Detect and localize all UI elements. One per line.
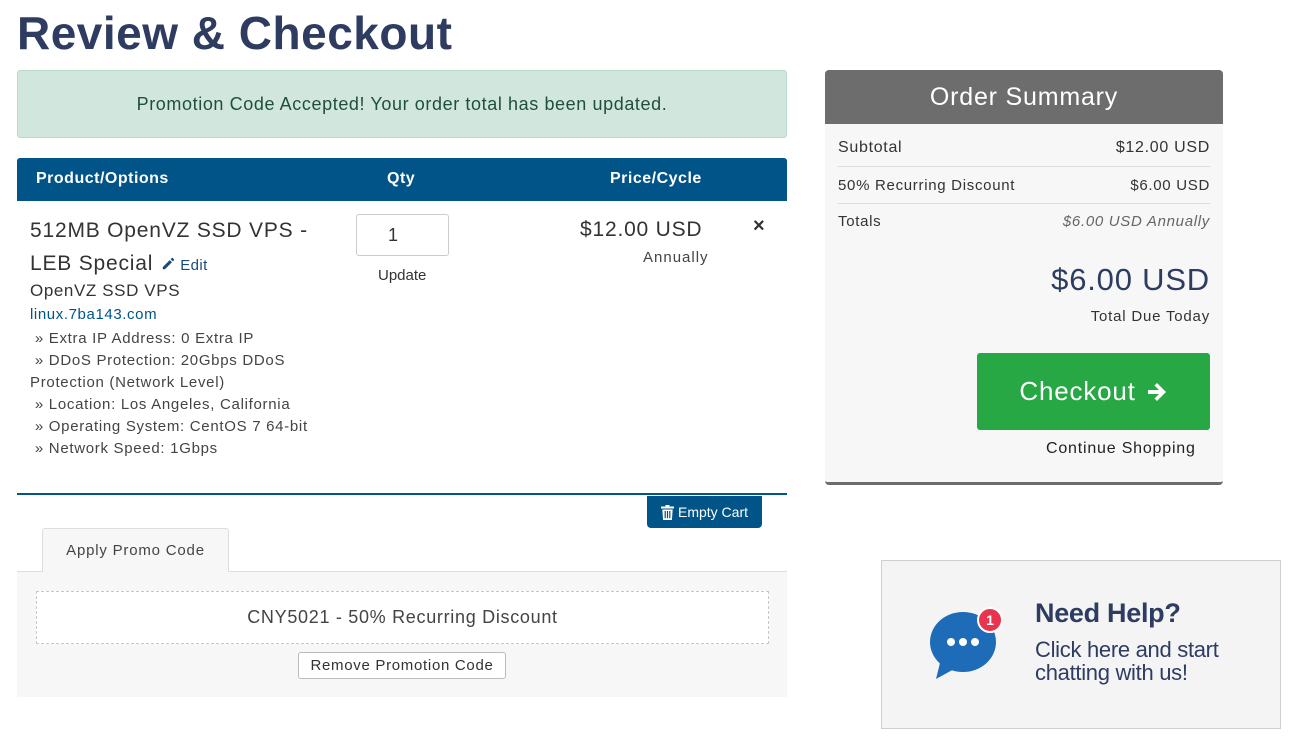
item-option: DDoS Protection: 20Gbps DDoS Protection … bbox=[30, 350, 315, 394]
item-option: Operating System: CentOS 7 64-bit bbox=[30, 416, 315, 438]
empty-cart-label: Empty Cart bbox=[677, 504, 748, 520]
discount-label: 50% Recurring Discount bbox=[838, 177, 1016, 194]
chat-help-widget[interactable]: 1 Need Help? Click here and start chatti… bbox=[881, 560, 1281, 729]
totals-value: $6.00 USD Annually bbox=[1062, 213, 1210, 230]
discount-value: $6.00 USD bbox=[1130, 177, 1210, 194]
close-icon[interactable]: × bbox=[753, 215, 765, 238]
total-due-label: Total Due Today bbox=[1090, 308, 1210, 325]
item-option: Location: Los Angeles, California bbox=[30, 394, 315, 416]
edit-label: Edit bbox=[180, 257, 208, 274]
order-summary-panel: Order Summary Subtotal $12.00 USD 50% Re… bbox=[825, 70, 1223, 485]
remove-promo-button[interactable]: Remove Promotion Code bbox=[298, 652, 506, 679]
subtotal-label: Subtotal bbox=[838, 139, 903, 156]
summary-totals-row: Totals $6.00 USD Annually bbox=[838, 213, 1210, 230]
header-product: Product/Options bbox=[36, 170, 169, 187]
header-qty: Qty bbox=[387, 170, 416, 187]
subtotal-value: $12.00 USD bbox=[1115, 139, 1210, 156]
checkout-button[interactable]: Checkout bbox=[977, 353, 1210, 430]
alert-message: Promotion Code Accepted! Your order tota… bbox=[136, 93, 668, 114]
item-product-group: OpenVZ SSD VPS bbox=[30, 281, 181, 300]
applied-promo-code: CNY5021 - 50% Recurring Discount bbox=[36, 591, 769, 644]
checkout-label: Checkout bbox=[1019, 376, 1136, 406]
item-option: Extra IP Address: 0 Extra IP bbox=[30, 328, 315, 350]
chat-badge-count: 1 bbox=[986, 612, 994, 628]
page-title: Review & Checkout bbox=[17, 7, 453, 59]
pencil-icon bbox=[162, 257, 175, 270]
item-price: $12.00 USD bbox=[580, 218, 703, 241]
header-price: Price/Cycle bbox=[610, 170, 702, 187]
total-due-amount: $6.00 USD bbox=[1051, 262, 1210, 297]
item-options-list: Extra IP Address: 0 Extra IP DDoS Protec… bbox=[30, 328, 315, 460]
cart-item-row: 512MB OpenVZ SSD VPS - LEB Special Edit O… bbox=[17, 201, 787, 495]
item-billing-cycle: Annually bbox=[643, 249, 709, 266]
help-subtitle-line-2: chatting with us! bbox=[1035, 660, 1188, 685]
summary-subtotal-row: Subtotal $12.00 USD bbox=[838, 139, 1210, 167]
promo-panel: CNY5021 - 50% Recurring Discount Remove … bbox=[17, 571, 787, 697]
update-qty-button[interactable]: Update bbox=[378, 267, 426, 284]
totals-label: Totals bbox=[838, 213, 882, 230]
promo-success-alert: Promotion Code Accepted! Your order tota… bbox=[17, 70, 787, 138]
tab-apply-promo-code[interactable]: Apply Promo Code bbox=[42, 528, 229, 572]
order-summary-title: Order Summary bbox=[825, 70, 1223, 124]
trash-icon bbox=[660, 504, 674, 520]
empty-cart-button[interactable]: Empty Cart bbox=[647, 496, 762, 528]
edit-item-link[interactable]: Edit bbox=[161, 257, 207, 274]
item-domain: linux.7ba143.com bbox=[30, 306, 158, 323]
arrow-right-icon bbox=[1147, 382, 1166, 401]
continue-shopping-link[interactable]: Continue Shopping bbox=[1046, 440, 1196, 458]
help-title: Need Help? bbox=[1035, 598, 1181, 628]
chat-bubble-icon: 1 bbox=[930, 607, 1003, 679]
quantity-input[interactable] bbox=[356, 214, 449, 256]
item-option: Network Speed: 1Gbps bbox=[30, 438, 315, 460]
cart-table-header: Product/Options Qty Price/Cycle bbox=[17, 158, 787, 201]
item-title-block: 512MB OpenVZ SSD VPS - LEB Special Edit bbox=[30, 214, 320, 282]
summary-discount-row: 50% Recurring Discount $6.00 USD bbox=[838, 177, 1210, 204]
